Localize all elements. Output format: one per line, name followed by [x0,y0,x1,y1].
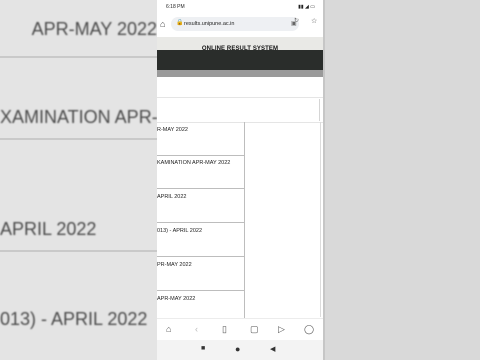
background-row-text: APRIL 2022 [0,219,97,239]
exam-row[interactable]: 013) - APRIL 2022 [157,223,245,257]
background-row: APR-MAY 2022 [0,0,157,58]
background-row: APRIL 2022 [0,205,157,252]
table-column-divider [320,122,321,317]
header-dark-band [157,50,323,70]
exam-name[interactable]: APR-MAY 2022 [157,296,195,302]
background-right-blur [323,0,480,360]
header-grey-band [157,70,323,77]
browser-bottom-nav: ⌂ ‹ ▯ ▢ ▷ ◯ [157,318,323,341]
search-row-edge [319,99,320,121]
nav-bookmarks-icon[interactable]: ▯ [222,324,227,335]
results-content: R-MAY 2022 KAMINATION APR-MAY 2022 APRIL… [157,77,323,324]
lock-icon: 🔒 [176,20,184,26]
exam-name[interactable]: PR-MAY 2022 [157,262,192,268]
background-row: 013) - APRIL 2022 [0,290,157,340]
exam-table: R-MAY 2022 KAMINATION APR-MAY 2022 APRIL… [157,122,323,324]
exam-row[interactable]: APRIL 2022 [157,189,245,223]
system-home-icon[interactable]: ● [235,344,240,354]
background-row-text: 013) - APRIL 2022 [0,309,148,329]
background-row-text: APR-MAY 2022 [31,19,157,39]
status-bar: 6:18 PM ▮▮ ◢ ▭ [157,0,323,14]
background-row-text: XAMINATION APR-MAY 2022 [0,107,157,127]
browser-address-bar: ⌂ 🔒 results.unipune.ac.in ▣ ↻ [157,14,323,36]
background-left-blur: APR-MAY 2022 XAMINATION APR-MAY 2022 APR… [0,0,157,360]
url-field[interactable]: 🔒 results.unipune.ac.in ▣ [171,17,299,31]
bookmark-star-icon[interactable]: ☆ [311,17,317,25]
exam-name[interactable]: APRIL 2022 [157,194,186,200]
search-row[interactable] [157,97,323,123]
exam-row[interactable]: KAMINATION APR-MAY 2022 [157,155,245,189]
system-nav-bar: ■ ● ◀ [157,340,323,360]
exam-name[interactable]: R-MAY 2022 [157,127,188,133]
exam-row[interactable]: R-MAY 2022 [157,122,245,156]
nav-back-icon[interactable]: ‹ [195,324,198,334]
phone-screen: 6:18 PM ▮▮ ◢ ▭ ⌂ 🔒 results.unipune.ac.in… [157,0,323,360]
background-divider [323,0,325,360]
exam-name[interactable]: KAMINATION APR-MAY 2022 [157,160,230,166]
nav-home-icon[interactable]: ⌂ [166,324,171,334]
reload-icon[interactable]: ↻ [294,17,299,24]
exam-name[interactable]: 013) - APRIL 2022 [157,228,202,234]
system-back-icon[interactable]: ◀ [270,345,275,353]
url-text[interactable]: results.unipune.ac.in [184,21,234,27]
status-icons: ▮▮ ◢ ▭ [298,4,315,10]
nav-profile-icon[interactable]: ◯ [304,324,314,335]
site-header: ONLINE RESULT SYSTEM [157,37,323,52]
exam-row[interactable]: PR-MAY 2022 [157,257,245,291]
nav-tabs-icon[interactable]: ▢ [250,324,259,335]
home-icon[interactable]: ⌂ [160,19,165,29]
nav-video-icon[interactable]: ▷ [278,324,285,335]
background-row: XAMINATION APR-MAY 2022 [0,98,157,140]
recents-icon[interactable]: ■ [201,345,205,352]
status-time: 6:18 PM [166,4,185,10]
